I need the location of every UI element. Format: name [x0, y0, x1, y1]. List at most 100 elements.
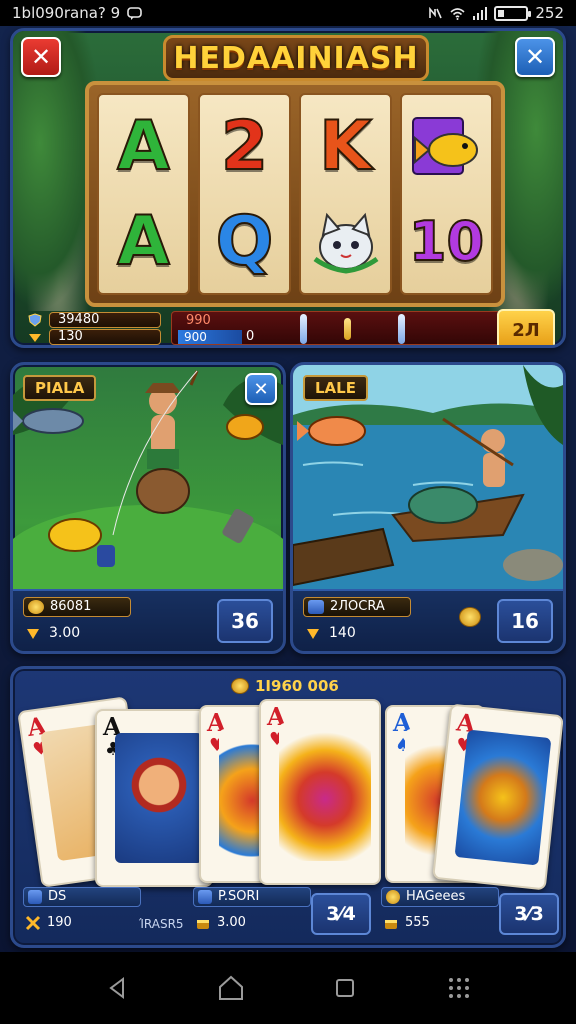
cards-footer-value: 3.00 [217, 915, 246, 930]
slot-machine-panel: ✕ ✕ HEDAAINIASH A A 2 Q K 10 39480 130 9… [10, 28, 566, 348]
home-button[interactable] [211, 968, 251, 1008]
nfc-icon [429, 6, 443, 18]
cards-count-button[interactable]: 3⁄3 [499, 893, 559, 935]
reel-1: A A [97, 93, 190, 295]
apps-grid-button[interactable] [439, 968, 479, 1008]
game-stat-pill: 2ЛOCRA [303, 597, 411, 617]
bet-top-value: 990 [186, 313, 211, 328]
cards-footer-value: 555 [405, 915, 430, 930]
cards-footer-label: P.SORI [218, 889, 260, 904]
slot-stat-2: 130 [49, 328, 161, 345]
spin-button[interactable]: 2Л [497, 309, 555, 345]
card-art-hero [115, 733, 203, 863]
game-stat-2: 3.00 [49, 625, 81, 641]
cards-footer: DS 190 ΊRASR5 P.SORI 3.00 3⁄4 HAGeees 55… [13, 879, 563, 945]
reel-symbol: 10 [408, 209, 485, 273]
reel-symbol: A [116, 106, 171, 186]
shield-icon [198, 890, 212, 904]
slot-stats: 39480 130 [27, 311, 169, 345]
game-card-fishing-field[interactable]: PIALA ✕ 86081 3.00 36 [10, 362, 286, 654]
game-tag: LALE [303, 375, 368, 401]
arrow-icon [27, 629, 39, 639]
slider-handle[interactable] [398, 314, 405, 344]
coin-icon [231, 678, 249, 694]
status-right: 252 [428, 4, 564, 22]
slider-handle[interactable] [300, 314, 307, 344]
cards-footer-pill: DS [23, 887, 141, 907]
playing-card[interactable]: A ♥ [259, 699, 381, 885]
close-button-red[interactable]: ✕ [21, 37, 61, 77]
close-button-blue[interactable]: ✕ [515, 37, 555, 77]
bet-bar[interactable]: 990 900 0 [171, 311, 501, 345]
recents-icon [336, 979, 354, 997]
reel-4: 10 [400, 93, 493, 295]
close-button-blue[interactable]: ✕ [245, 373, 277, 405]
game-stat-2: 140 [329, 625, 356, 641]
coin-icon [386, 890, 400, 904]
status-bar: 1bl090rana? 9 252 [0, 0, 576, 26]
slot-title: HEDAAINIASH [163, 35, 429, 81]
game-stat-1: 2ЛOCRA [330, 599, 385, 614]
cards-header-text: 1I960 006 [255, 677, 339, 695]
status-left-text: 1bl090rana? 9 [12, 4, 121, 22]
card-art-dragon [279, 723, 371, 861]
slot-control-bar: 39480 130 990 900 0 2Л [19, 309, 557, 345]
reel-symbol: A [116, 201, 171, 281]
arrow-icon [29, 333, 41, 342]
ticket-icon [308, 600, 324, 614]
game-card-lake[interactable]: LALE 2ЛOCRA 140 16 [290, 362, 566, 654]
status-time: 252 [535, 4, 564, 22]
home-icon [219, 975, 243, 1000]
slot-reels[interactable]: A A 2 Q K 10 [85, 81, 505, 307]
playing-card[interactable]: A ♥ [432, 703, 563, 891]
reel-symbol: Q [215, 201, 275, 281]
cards-footer-extra: ΊRASR5 [139, 917, 184, 931]
game-count-button[interactable]: 36 [217, 599, 273, 643]
game-count-button[interactable]: 16 [497, 599, 553, 643]
recents-button[interactable] [325, 968, 365, 1008]
slider-handle-gold[interactable] [344, 318, 351, 340]
card-art [454, 729, 552, 866]
close-icon: ✕ [30, 43, 52, 71]
treasure-icon [385, 920, 397, 929]
coin-icon [28, 600, 44, 614]
playing-card[interactable]: A ♣ [95, 709, 213, 887]
card-game-panel: 1I960 006 A ♥ A ♣ A ♥ A ♥ A ♠ A ♥ DS 190… [10, 666, 566, 948]
wifi-icon [450, 7, 465, 20]
signal-icon [473, 6, 488, 20]
shield-icon [28, 890, 42, 904]
grid-icon [449, 978, 469, 998]
cards-footer-pill: HAGeees [381, 887, 499, 907]
shield-icon [28, 312, 42, 327]
reel-3: K [299, 93, 392, 295]
reel-symbol: K [318, 106, 373, 186]
slot-stat-1: 39480 [49, 311, 161, 328]
cards-footer-label: HAGeees [406, 889, 466, 904]
fish-symbol-icon [404, 101, 490, 193]
cat-symbol-icon [303, 196, 389, 288]
slot-stat-row-1: 39480 [27, 311, 169, 328]
treasure-icon [197, 920, 209, 929]
close-icon: ✕ [524, 43, 546, 71]
battery-icon [494, 5, 532, 21]
crossed-swords-icon [25, 915, 41, 931]
cards-header: 1I960 006 [231, 675, 339, 697]
android-nav-bar [0, 952, 576, 1024]
cards-footer-group-1: DS 190 ΊRASR5 [23, 887, 193, 939]
app-root: 1bl090rana? 9 252 ✕ ✕ HEDAAINIASH A A 2 … [0, 0, 576, 1024]
game-stat-pill: 86081 [23, 597, 131, 617]
close-icon: ✕ [253, 378, 269, 400]
back-icon [109, 977, 124, 999]
cards-footer-group-2: P.SORI 3.00 3⁄4 [193, 887, 383, 939]
coin-icon [459, 607, 481, 627]
arrow-icon [307, 629, 319, 639]
game-tag: PIALA [23, 375, 97, 401]
cards-footer-pill: P.SORI [193, 887, 311, 907]
game-footer: 2ЛOCRA 140 16 [293, 589, 563, 651]
cards-footer-value: 190 [47, 915, 72, 930]
reel-symbol: 2 [220, 106, 269, 186]
chat-icon [127, 6, 143, 20]
cards-footer-group-3: HAGeees 555 3⁄3 [381, 887, 561, 939]
cards-count-button[interactable]: 3⁄4 [311, 893, 371, 935]
back-button[interactable] [97, 968, 137, 1008]
